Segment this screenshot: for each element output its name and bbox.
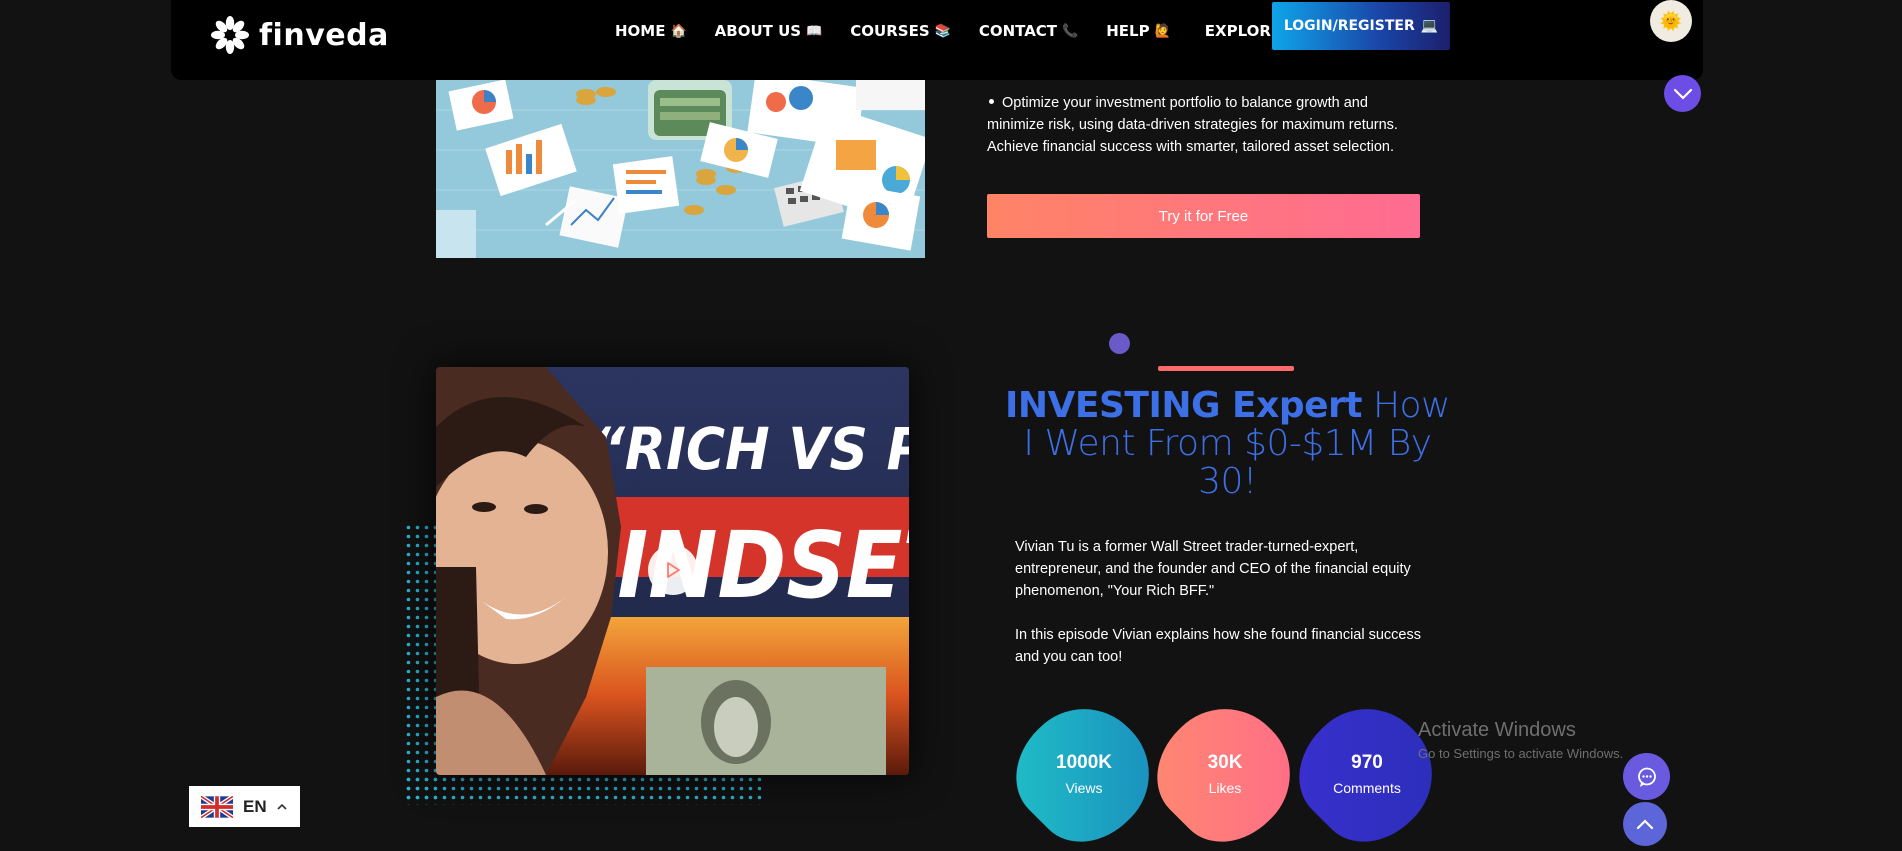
top-navbar: finveda HOME 🏠 ABOUT US 📖 COURSES 📚 CONTACT… xyxy=(171,0,1703,80)
scroll-down-button[interactable] xyxy=(1664,75,1701,112)
chevron-up-icon xyxy=(277,803,287,810)
login-register-label: LOGIN/REGISTER xyxy=(1283,18,1415,34)
uk-flag-icon xyxy=(201,795,233,818)
try-for-free-button[interactable]: Try it for Free xyxy=(987,194,1420,238)
raising-hand-icon: 🙋 xyxy=(1154,23,1171,39)
nav-about-us[interactable]: ABOUT US 📖 xyxy=(715,22,851,40)
chevron-down-icon xyxy=(1673,88,1692,100)
bullet-text: Optimize your investment portfolio to ba… xyxy=(987,95,1398,155)
investment-illustration xyxy=(436,80,925,258)
nav-contact[interactable]: CONTACT 📞 xyxy=(979,22,1106,40)
scroll-to-top-button[interactable] xyxy=(1623,802,1667,846)
try-for-free-label: Try it for Free xyxy=(1158,207,1249,225)
chat-bubble-icon xyxy=(1637,767,1656,787)
sun-avatar-icon: 🌞 xyxy=(1659,10,1683,31)
language-switcher[interactable]: EN xyxy=(189,786,300,827)
nav-home[interactable]: HOME 🏠 xyxy=(615,22,715,40)
stat-comments-value: 970 xyxy=(1351,752,1383,773)
brand-logo[interactable]: finveda xyxy=(209,14,389,56)
stat-comments: 970 Comments xyxy=(1276,683,1458,851)
stat-views-value: 1000K xyxy=(1056,752,1112,773)
description-paragraph-1: Vivian Tu is a former Wall Street trader… xyxy=(1015,539,1411,599)
flower-logo-icon xyxy=(211,16,249,54)
video-headline: INVESTING Expert How I Went From $0-$1M … xyxy=(1000,387,1455,501)
book-icon: 📖 xyxy=(806,23,823,39)
play-video-button[interactable] xyxy=(648,545,698,595)
user-avatar[interactable]: 🌞 xyxy=(1650,0,1692,42)
phone-icon: 📞 xyxy=(1062,23,1079,39)
bullet-dot xyxy=(989,99,994,104)
stat-comments-label: Comments xyxy=(1333,780,1401,796)
login-register-button[interactable]: LOGIN/REGISTER 💻 xyxy=(1272,2,1450,50)
nav-help[interactable]: HELP 🙋 xyxy=(1106,22,1205,40)
nav-courses[interactable]: COURSES 📚 xyxy=(850,22,979,40)
chat-button[interactable] xyxy=(1623,753,1670,800)
investment-illustration-art xyxy=(436,80,925,258)
nav-links: HOME 🏠 ABOUT US 📖 COURSES 📚 CONTACT 📞 HELP 🙋 … xyxy=(615,22,1330,40)
stat-likes-value: 30K xyxy=(1207,752,1243,773)
stat-views-label: Views xyxy=(1065,780,1103,796)
nav-explore-label: EXPLORE xyxy=(1204,22,1282,40)
books-icon: 📚 xyxy=(934,23,951,39)
nav-help-label: HELP xyxy=(1106,22,1150,40)
nav-contact-label: CONTACT xyxy=(978,22,1058,40)
thumb-title-line1: “RICH VS POOR xyxy=(591,416,909,484)
description-paragraph-2: In this episode Vivian explains how she … xyxy=(1015,627,1421,665)
house-icon: 🏠 xyxy=(670,23,687,39)
stat-likes: 30K Likes xyxy=(1134,683,1316,851)
stat-likes-label: Likes xyxy=(1208,780,1242,796)
stat-views: 1000K Views xyxy=(993,683,1175,851)
decorative-purple-dot xyxy=(1109,333,1130,354)
language-code: EN xyxy=(243,796,267,816)
decorative-pink-line xyxy=(1158,366,1294,371)
video-description: Vivian Tu is a former Wall Street trader… xyxy=(1015,536,1435,668)
portfolio-bullet-text: Optimize your investment portfolio to ba… xyxy=(987,92,1407,158)
play-icon xyxy=(667,562,680,578)
nav-courses-label: COURSES xyxy=(850,22,930,40)
nav-home-label: HOME xyxy=(615,22,666,40)
nav-about-label: ABOUT US xyxy=(714,22,802,40)
windows-activation-watermark: Activate Windows Go to Settings to activ… xyxy=(1418,719,1623,761)
laptop-icon: 💻 xyxy=(1420,18,1439,34)
headline-strong: INVESTING Expert xyxy=(1004,385,1363,426)
logo-text: finveda xyxy=(259,17,389,53)
watermark-subtitle: Go to Settings to activate Windows. xyxy=(1418,746,1624,761)
watermark-title: Activate Windows xyxy=(1418,719,1576,741)
chevron-up-icon xyxy=(1636,818,1654,829)
